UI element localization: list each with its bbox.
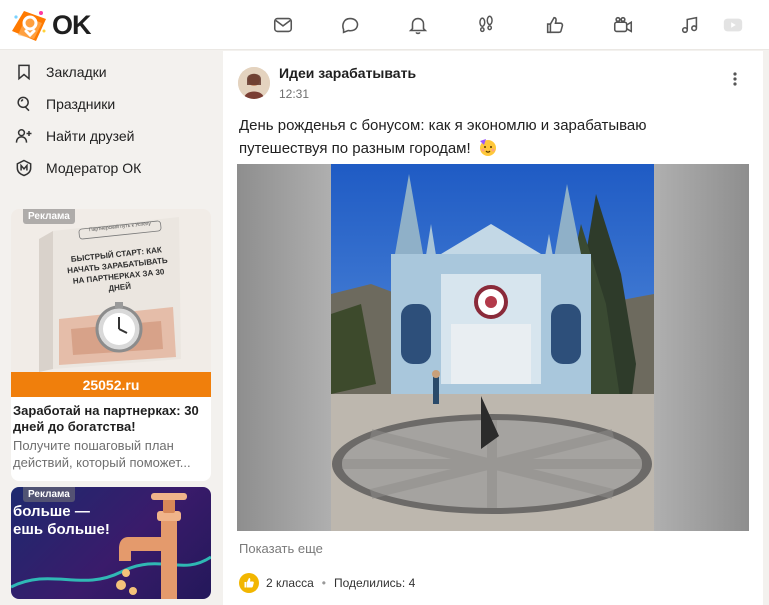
nav-reactions[interactable] (540, 10, 570, 40)
music-icon (681, 16, 698, 34)
mail-icon (273, 17, 293, 33)
holidays-icon (17, 96, 30, 112)
show-more-link[interactable]: Показать еще (239, 541, 323, 556)
logo-badge-icon (8, 5, 50, 45)
post-footer: 2 класса • Поделились: 4 (239, 572, 415, 594)
post-text: День рожденья с бонусом: как я экономлю … (239, 115, 739, 160)
sidebar-item-holidays[interactable]: Праздники (14, 92, 115, 116)
avatar[interactable] (238, 67, 270, 99)
bell-icon (408, 17, 428, 35)
post-author[interactable]: Идеи зарабатывать (279, 65, 416, 81)
ad-faucet-image: больше — ешь больше! (11, 487, 211, 599)
ad-headline-line1: больше — (13, 503, 90, 520)
chat-icon (342, 17, 359, 34)
ad-title[interactable]: Заработай на партнерках: 30 дней до бога… (13, 403, 209, 435)
nav-messages[interactable] (268, 10, 298, 40)
likes-count[interactable]: 2 класса (266, 576, 314, 590)
ok-logo[interactable]: OK (8, 5, 91, 45)
thumbs-up-icon (244, 578, 254, 588)
ad-domain[interactable]: 25052.ru (11, 372, 211, 397)
video-play-icon (723, 18, 743, 32)
party-face-icon (479, 139, 496, 156)
left-sidebar: Закладки Праздники Найти друзей Модерато… (0, 50, 222, 605)
separator-dot: • (321, 576, 326, 590)
video-camera-icon (613, 16, 633, 33)
ad-card-faucet[interactable]: Реклама больше — ешь больше! (11, 487, 211, 599)
like-button[interactable] (239, 573, 259, 593)
post-photo[interactable] (237, 164, 749, 531)
post-options-button[interactable] (723, 67, 747, 91)
ad-label: Реклама (23, 209, 75, 224)
thumbs-up-icon (546, 16, 564, 34)
add-friend-icon (15, 129, 32, 143)
footprints-icon (479, 15, 493, 33)
more-vertical-icon (733, 72, 737, 86)
ad-description: Получите пошаговый план действий, которы… (13, 438, 191, 470)
nav-notifications[interactable] (403, 10, 433, 40)
feed-post: Идеи зарабатывать 12:31 День рожденья с … (223, 51, 763, 605)
sidebar-item-label: Модератор ОК (46, 160, 142, 176)
bookmark-icon (18, 64, 30, 81)
post-text-body: День рожденья с бонусом: как я экономлю … (239, 117, 647, 157)
shares-count[interactable]: Поделились: 4 (334, 576, 415, 590)
nav-music[interactable] (675, 10, 705, 40)
ad-headline: больше — ешь больше! (13, 503, 110, 539)
nav-guests[interactable] (471, 10, 501, 40)
nav-discussions[interactable] (335, 10, 365, 40)
moderator-icon (16, 159, 32, 177)
ad-label: Реклама (23, 487, 75, 502)
ad-book-image: Партнерский путь к Успеху БЫСТРЫЙ СТАРТ:… (11, 209, 211, 372)
sidebar-item-bookmarks[interactable]: Закладки (14, 60, 107, 84)
nav-videos-cut[interactable] (718, 10, 748, 40)
ad-card-partner[interactable]: Реклама Партнерский путь к Успеху БЫСТРЫ… (11, 209, 211, 481)
sidebar-item-label: Найти друзей (46, 128, 135, 144)
nav-video[interactable] (608, 10, 638, 40)
top-bar: OK (0, 0, 769, 50)
post-time: 12:31 (279, 87, 310, 101)
sidebar-item-find-friends[interactable]: Найти друзей (14, 124, 135, 148)
sidebar-item-label: Закладки (46, 64, 107, 80)
ad-headline-line2: ешь больше! (13, 521, 110, 538)
pavilion-photo (331, 164, 654, 531)
sidebar-item-moderator[interactable]: Модератор ОК (14, 156, 141, 180)
logo-text: OK (52, 9, 91, 40)
sidebar-item-label: Праздники (46, 96, 116, 112)
